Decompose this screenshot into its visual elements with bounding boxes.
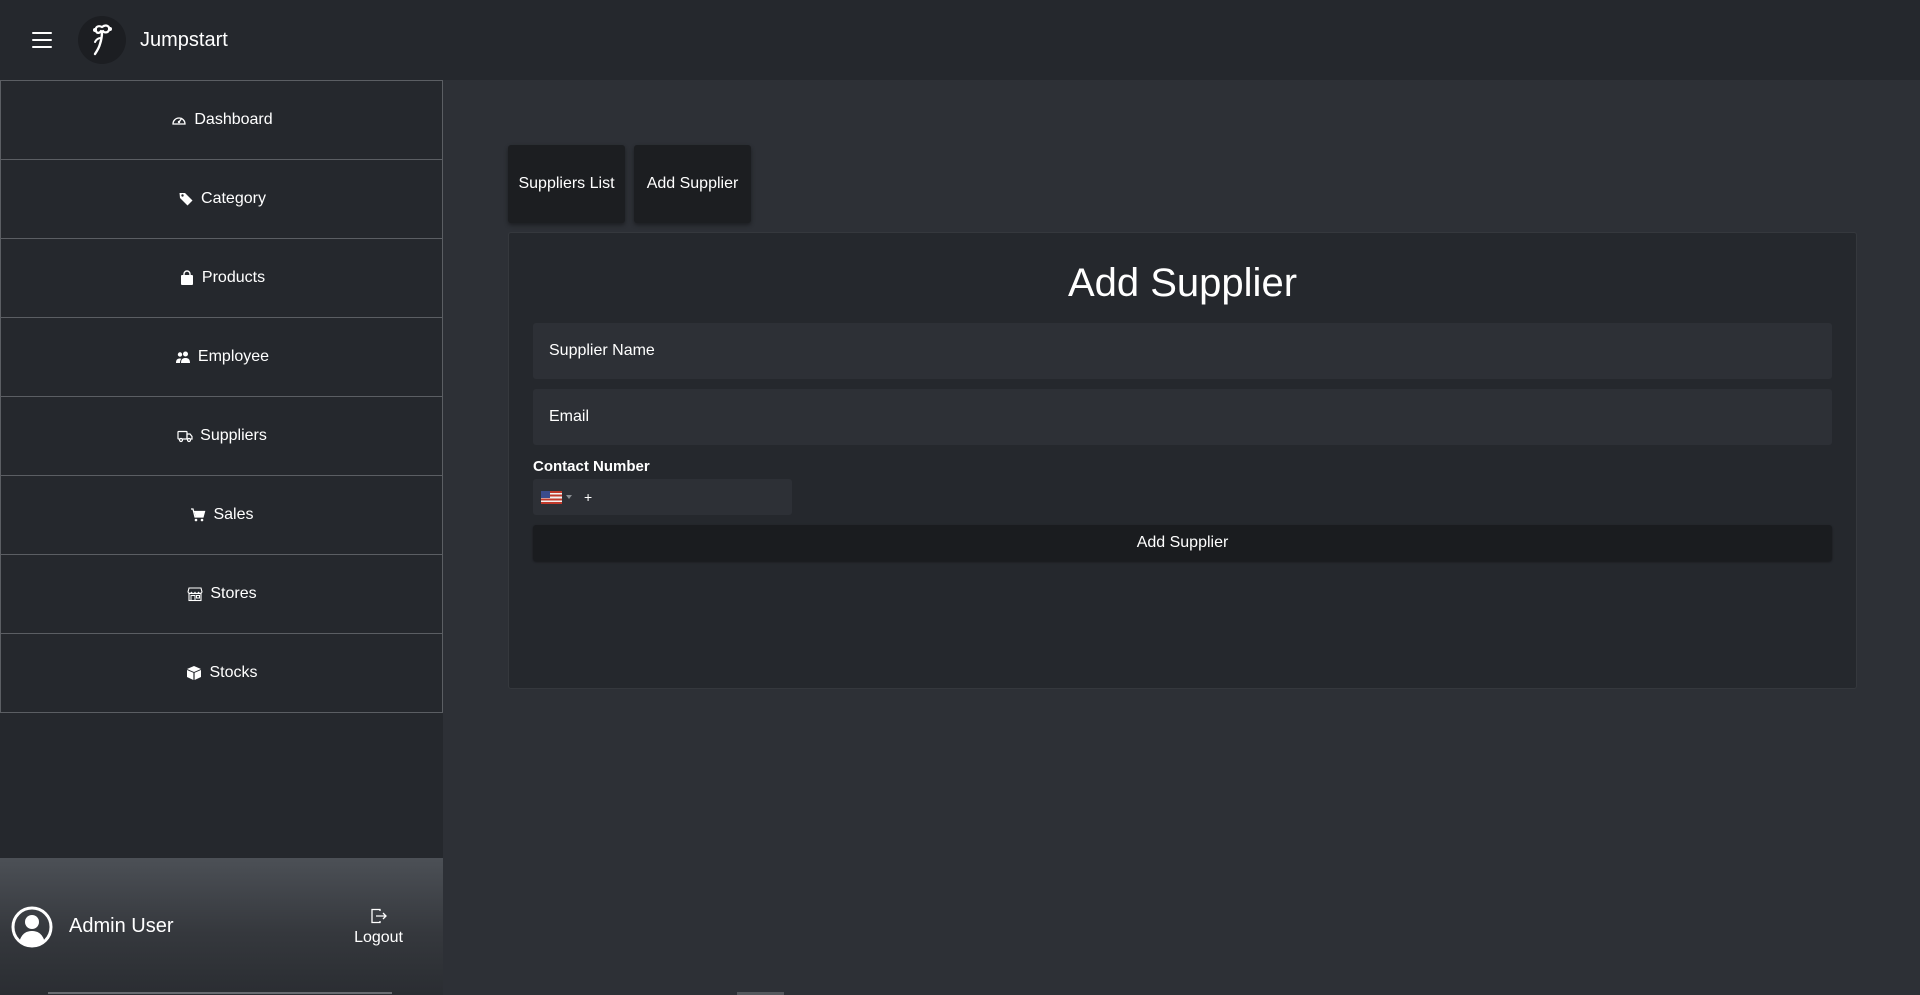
add-supplier-button[interactable]: Add Supplier xyxy=(533,525,1832,561)
sidebar-item-stores[interactable]: Stores xyxy=(0,554,443,634)
cart-icon xyxy=(189,506,207,524)
sidebar-item-employee[interactable]: Employee xyxy=(0,317,443,397)
email-input[interactable]: Email xyxy=(533,389,1832,445)
sidebar-item-stocks[interactable]: Stocks xyxy=(0,633,443,713)
sidebar: Dashboard Category Products Employee Sup… xyxy=(0,80,443,995)
person-circle-icon xyxy=(11,906,53,948)
contact-number-label: Contact Number xyxy=(533,458,650,475)
sidebar-item-category[interactable]: Category xyxy=(0,159,443,239)
user-name: Admin User xyxy=(69,915,174,937)
phone-prefix: + xyxy=(584,489,593,505)
speedometer-icon xyxy=(170,111,188,129)
top-bar: Jumpstart xyxy=(0,0,1920,80)
supplier-name-input[interactable]: Supplier Name xyxy=(533,323,1832,379)
sidebar-item-label: Dashboard xyxy=(194,111,273,128)
form-title: Add Supplier xyxy=(1067,261,1298,305)
truck-icon xyxy=(176,427,194,445)
us-flag-icon[interactable] xyxy=(541,490,562,504)
chevron-down-icon[interactable] xyxy=(566,495,572,499)
mascot-logo-icon xyxy=(78,16,126,64)
sidebar-item-label: Category xyxy=(201,190,266,207)
shopping-bag-icon xyxy=(178,269,196,287)
sidebar-item-dashboard[interactable]: Dashboard xyxy=(0,80,443,160)
tab-suppliers-list[interactable]: Suppliers List xyxy=(508,145,625,223)
sidebar-scrollbar[interactable] xyxy=(48,992,392,994)
phone-input[interactable]: + xyxy=(533,479,792,515)
sidebar-item-label: Suppliers xyxy=(200,427,267,444)
add-supplier-card: Add Supplier Supplier Name Email Contact… xyxy=(508,232,1857,689)
logout-icon xyxy=(370,908,387,923)
user-panel: Admin User Logout xyxy=(0,858,443,995)
hamburger-menu-icon[interactable] xyxy=(32,32,52,48)
shop-icon xyxy=(186,585,204,603)
box-icon xyxy=(185,664,203,682)
sidebar-item-products[interactable]: Products xyxy=(0,238,443,318)
sidebar-item-label: Employee xyxy=(197,348,270,365)
tags-icon xyxy=(177,190,195,208)
tab-add-supplier[interactable]: Add Supplier xyxy=(634,145,751,223)
sidebar-item-suppliers[interactable]: Suppliers xyxy=(0,396,443,476)
sidebar-item-label: Stores xyxy=(210,585,257,602)
logout-button[interactable]: Logout xyxy=(354,907,403,947)
sidebar-item-sales[interactable]: Sales xyxy=(0,475,443,555)
sidebar-item-label: Stocks xyxy=(209,664,258,681)
logout-label: Logout xyxy=(354,928,403,946)
sidebar-item-label: Sales xyxy=(213,506,254,523)
app-name: Jumpstart xyxy=(140,28,228,51)
sidebar-item-label: Products xyxy=(201,269,266,286)
people-icon xyxy=(174,348,192,366)
